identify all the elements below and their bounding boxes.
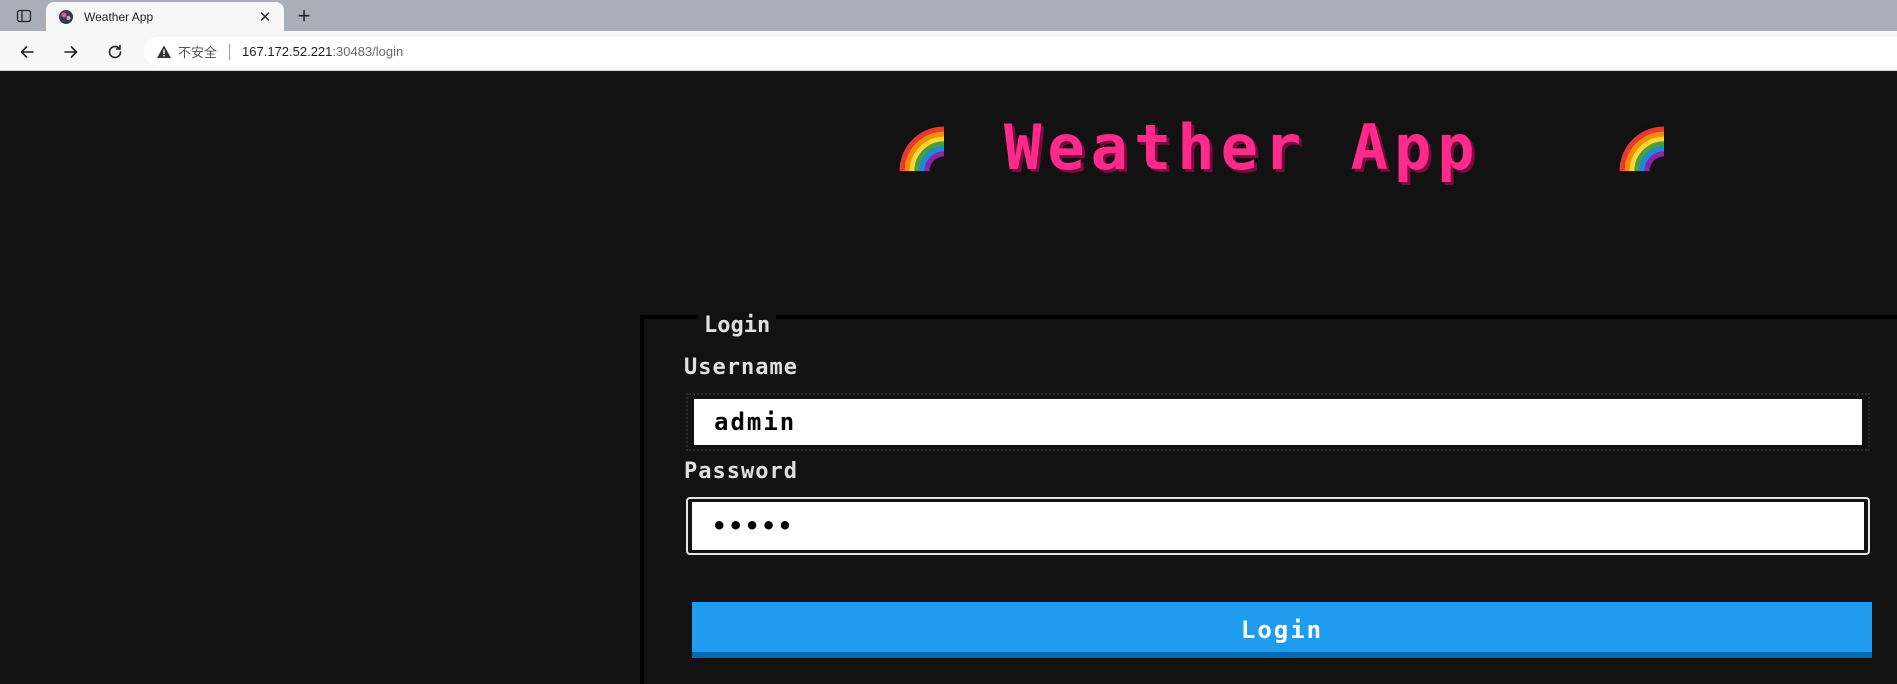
login-form: Login Username admin Password ••••• Logi… bbox=[640, 313, 1897, 684]
back-arrow-icon[interactable] bbox=[14, 39, 40, 65]
url-path: :30483/login bbox=[332, 44, 404, 59]
address-bar[interactable]: 不安全 167.172.52.221:30483/login bbox=[144, 37, 1897, 66]
username-input[interactable]: admin bbox=[694, 399, 1862, 445]
browser-toolbar: 不安全 167.172.52.221:30483/login bbox=[0, 31, 1897, 71]
login-button[interactable]: Login bbox=[692, 602, 1872, 658]
browser-tab-bar: Weather App ✕ + bbox=[0, 0, 1897, 31]
security-status[interactable]: 不安全 bbox=[178, 42, 217, 61]
address-divider bbox=[229, 43, 231, 60]
rainbow-icon bbox=[894, 121, 948, 180]
username-label: Username bbox=[684, 355, 798, 380]
login-legend: Login bbox=[698, 313, 777, 338]
password-field-wrapper: ••••• bbox=[686, 497, 1870, 555]
warning-icon[interactable] bbox=[156, 44, 172, 60]
rainbow-icon bbox=[1614, 121, 1668, 180]
password-label: Password bbox=[684, 459, 798, 484]
page-content: Weather App Login Username admin Passwor… bbox=[0, 71, 1897, 684]
forward-arrow-icon[interactable] bbox=[58, 39, 84, 65]
sidebar-toggle-icon[interactable] bbox=[10, 6, 38, 26]
app-header: Weather App bbox=[894, 111, 1674, 191]
plus-icon[interactable]: + bbox=[292, 3, 316, 28]
password-input[interactable]: ••••• bbox=[692, 502, 1864, 550]
browser-tab[interactable]: Weather App ✕ bbox=[46, 2, 284, 31]
close-icon[interactable]: ✕ bbox=[254, 6, 276, 28]
reload-icon[interactable] bbox=[102, 39, 128, 65]
url-host: 167.172.52.221 bbox=[242, 44, 333, 59]
tab-title: Weather App bbox=[84, 9, 154, 24]
page-title: Weather App bbox=[1004, 111, 1481, 184]
weather-favicon-icon bbox=[58, 9, 74, 25]
username-field-wrapper: admin bbox=[686, 393, 1870, 451]
